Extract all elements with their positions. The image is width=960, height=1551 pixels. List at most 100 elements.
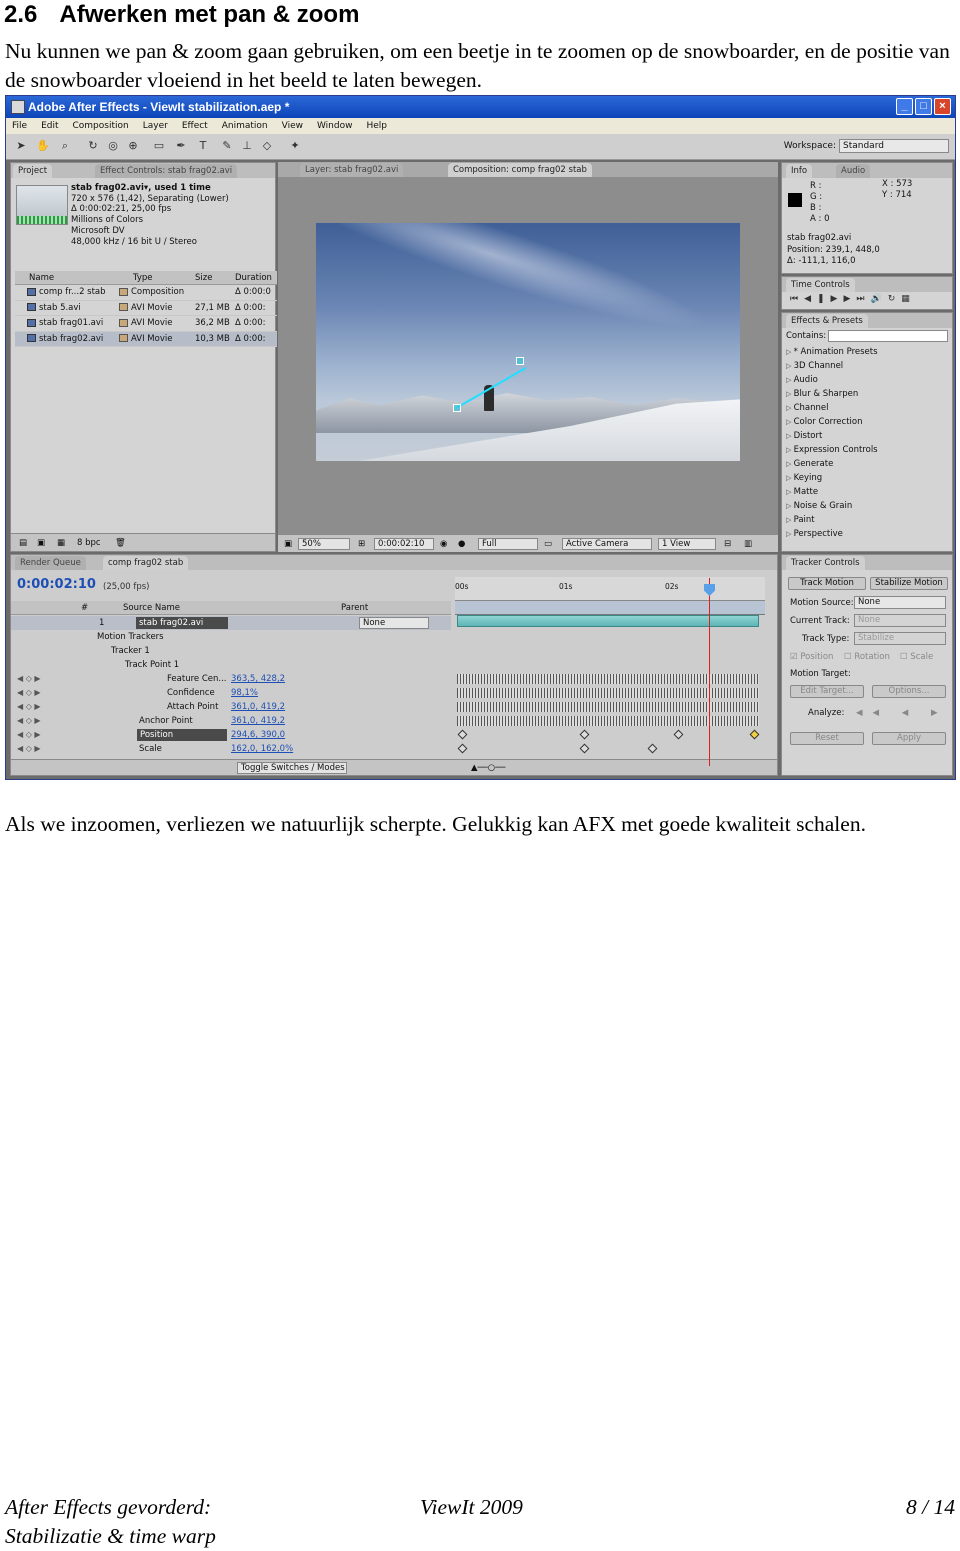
edit-target-button[interactable]: Edit Target...: [790, 685, 864, 698]
menu-help[interactable]: Help: [366, 118, 387, 134]
tab-effects-presets[interactable]: Effects & Presets: [786, 314, 868, 328]
keyframe-track[interactable]: [457, 729, 760, 740]
tab-layer-viewer[interactable]: Layer: stab frag02.avi: [300, 163, 404, 177]
effects-category[interactable]: Perspective: [786, 527, 878, 541]
clone-tool-icon[interactable]: ⊥: [240, 139, 254, 153]
analyze-controls[interactable]: ◀◀ ◀ ▶ ▶▶: [856, 707, 955, 719]
zoom-slider-icon[interactable]: ▲──○──: [471, 760, 505, 776]
list-item[interactable]: stab frag02.avi AVI Movie 10,3 MB Δ 0:00…: [15, 331, 277, 347]
keyframe-marker[interactable]: [579, 729, 590, 740]
parent-dropdown[interactable]: None: [359, 617, 429, 629]
toggle-switches-modes-button[interactable]: Toggle Switches / Modes: [237, 762, 347, 774]
keyframe-nav-icon[interactable]: ◀ ◇ ▶: [17, 686, 41, 700]
timeline-current-time[interactable]: 0:00:02:10: [17, 577, 96, 592]
zoom-dropdown[interactable]: 50%: [298, 538, 350, 550]
tab-tracker-controls[interactable]: Tracker Controls: [786, 556, 865, 570]
maximize-icon[interactable]: □: [915, 98, 932, 115]
menu-view[interactable]: View: [282, 118, 303, 134]
bpc-label[interactable]: 8 bpc: [77, 534, 101, 552]
table-row[interactable]: Tracker 1: [11, 644, 451, 658]
show-channel-icon[interactable]: ●: [458, 535, 465, 553]
effects-category[interactable]: Generate: [786, 457, 878, 471]
keyframe-nav-icon[interactable]: ◀ ◇ ▶: [17, 714, 41, 728]
keyframe-nav-icon[interactable]: ◀ ◇ ▶: [17, 728, 41, 742]
region-of-interest-icon[interactable]: ▭: [544, 535, 552, 553]
table-row[interactable]: ◀ ◇ ▶ Anchor Point 361,0, 419,2: [11, 714, 451, 728]
workspace-selector[interactable]: Workspace: Standard: [784, 139, 949, 153]
keyframe-marker[interactable]: [457, 729, 468, 740]
resolution-dropdown[interactable]: Full: [478, 538, 538, 550]
table-row[interactable]: Track Point 1: [11, 658, 451, 672]
selection-tool-icon[interactable]: ➤: [14, 139, 28, 153]
table-row[interactable]: Motion Trackers: [11, 630, 451, 644]
reset-button[interactable]: Reset: [790, 732, 864, 745]
hand-tool-icon[interactable]: ✋: [36, 139, 50, 153]
keyframe-marker[interactable]: [749, 729, 760, 740]
composition-video-frame[interactable]: [316, 223, 740, 461]
rotation-checkbox[interactable]: ☐ Rotation: [844, 651, 890, 663]
eraser-tool-icon[interactable]: ◇: [260, 139, 274, 153]
workspace-dropdown[interactable]: Standard: [839, 139, 949, 153]
track-motion-button[interactable]: Track Motion: [788, 577, 866, 590]
table-row[interactable]: ◀ ◇ ▶ Position 294,6, 390,0: [11, 728, 451, 742]
keyframe-marker[interactable]: [647, 743, 658, 754]
list-item[interactable]: stab 5.avi AVI Movie 27,1 MB Δ 0:00:: [15, 301, 277, 316]
brush-tool-icon[interactable]: ✎: [220, 139, 234, 153]
puppet-tool-icon[interactable]: ✦: [288, 139, 302, 153]
property-value[interactable]: 361,0, 419,2: [231, 700, 285, 714]
rotate-tool-icon[interactable]: ↻: [86, 139, 100, 153]
tab-composition-viewer[interactable]: Composition: comp frag02 stab: [448, 163, 592, 177]
zoom-tool-icon[interactable]: ⌕: [58, 139, 72, 153]
tab-audio[interactable]: Audio: [836, 164, 871, 178]
property-value[interactable]: 162,0, 162,0%: [231, 742, 293, 756]
menu-animation[interactable]: Animation: [222, 118, 268, 134]
col-type[interactable]: Type: [133, 271, 153, 285]
options-button[interactable]: Options...: [872, 685, 946, 698]
col-source-name[interactable]: Source Name: [123, 601, 180, 615]
track-type-dropdown[interactable]: Stabilize: [854, 632, 946, 645]
col-name[interactable]: Name: [29, 271, 54, 285]
layer-duration-bar[interactable]: [457, 615, 759, 627]
pan-behind-tool-icon[interactable]: ⊕: [126, 139, 140, 153]
tab-comp-timeline[interactable]: comp frag02 stab: [103, 556, 189, 570]
mask-tool-icon[interactable]: ▭: [152, 139, 166, 153]
table-row[interactable]: ◀ ◇ ▶ Attach Point 361,0, 419,2: [11, 700, 451, 714]
menu-file[interactable]: File: [12, 118, 27, 134]
effects-category[interactable]: Expression Controls: [786, 443, 878, 457]
view-layout-dropdown[interactable]: 1 View: [658, 538, 716, 550]
property-value[interactable]: 294,6, 390,0: [231, 728, 285, 742]
col-size[interactable]: Size: [195, 271, 212, 285]
tab-info[interactable]: Info: [786, 164, 813, 178]
layer-name[interactable]: stab frag02.avi: [136, 617, 228, 629]
motion-source-dropdown[interactable]: None: [854, 596, 946, 609]
scale-checkbox[interactable]: ☐ Scale: [900, 651, 933, 663]
list-item[interactable]: comp fr...2 stab Composition Δ 0:00:0: [15, 285, 277, 301]
position-checkbox[interactable]: ☑ Position: [790, 651, 833, 663]
current-time-indicator[interactable]: [709, 578, 710, 766]
property-value[interactable]: 361,0, 419,2: [231, 714, 285, 728]
keyframe-marker[interactable]: [579, 743, 590, 754]
camera-dropdown[interactable]: Active Camera: [562, 538, 652, 550]
text-tool-icon[interactable]: T: [196, 139, 210, 153]
always-preview-icon[interactable]: ▣: [284, 535, 292, 553]
keyframe-nav-icon[interactable]: ◀ ◇ ▶: [17, 742, 41, 756]
effects-category[interactable]: Keying: [786, 471, 878, 485]
current-track-dropdown[interactable]: None: [854, 614, 946, 627]
effects-category[interactable]: Channel: [786, 401, 878, 415]
keyframe-track[interactable]: [457, 688, 759, 698]
menu-composition[interactable]: Composition: [73, 118, 129, 134]
tab-effect-controls[interactable]: Effect Controls: stab frag02.avi: [95, 164, 238, 178]
effects-category[interactable]: 3D Channel: [786, 359, 878, 373]
apply-button[interactable]: Apply: [872, 732, 946, 745]
keyframe-marker[interactable]: [457, 743, 468, 754]
view-options-icon[interactable]: ⊟: [724, 535, 731, 553]
work-area-bar[interactable]: [455, 601, 765, 615]
menu-layer[interactable]: Layer: [143, 118, 168, 134]
track-point-handle[interactable]: [453, 404, 461, 412]
pen-tool-icon[interactable]: ✒: [174, 139, 188, 153]
new-folder-icon[interactable]: ▣: [37, 534, 45, 552]
property-label-selected[interactable]: Position: [137, 729, 227, 741]
tab-time-controls[interactable]: Time Controls: [786, 278, 855, 292]
keyframe-track[interactable]: [457, 674, 759, 684]
effects-category[interactable]: Blur & Sharpen: [786, 387, 878, 401]
